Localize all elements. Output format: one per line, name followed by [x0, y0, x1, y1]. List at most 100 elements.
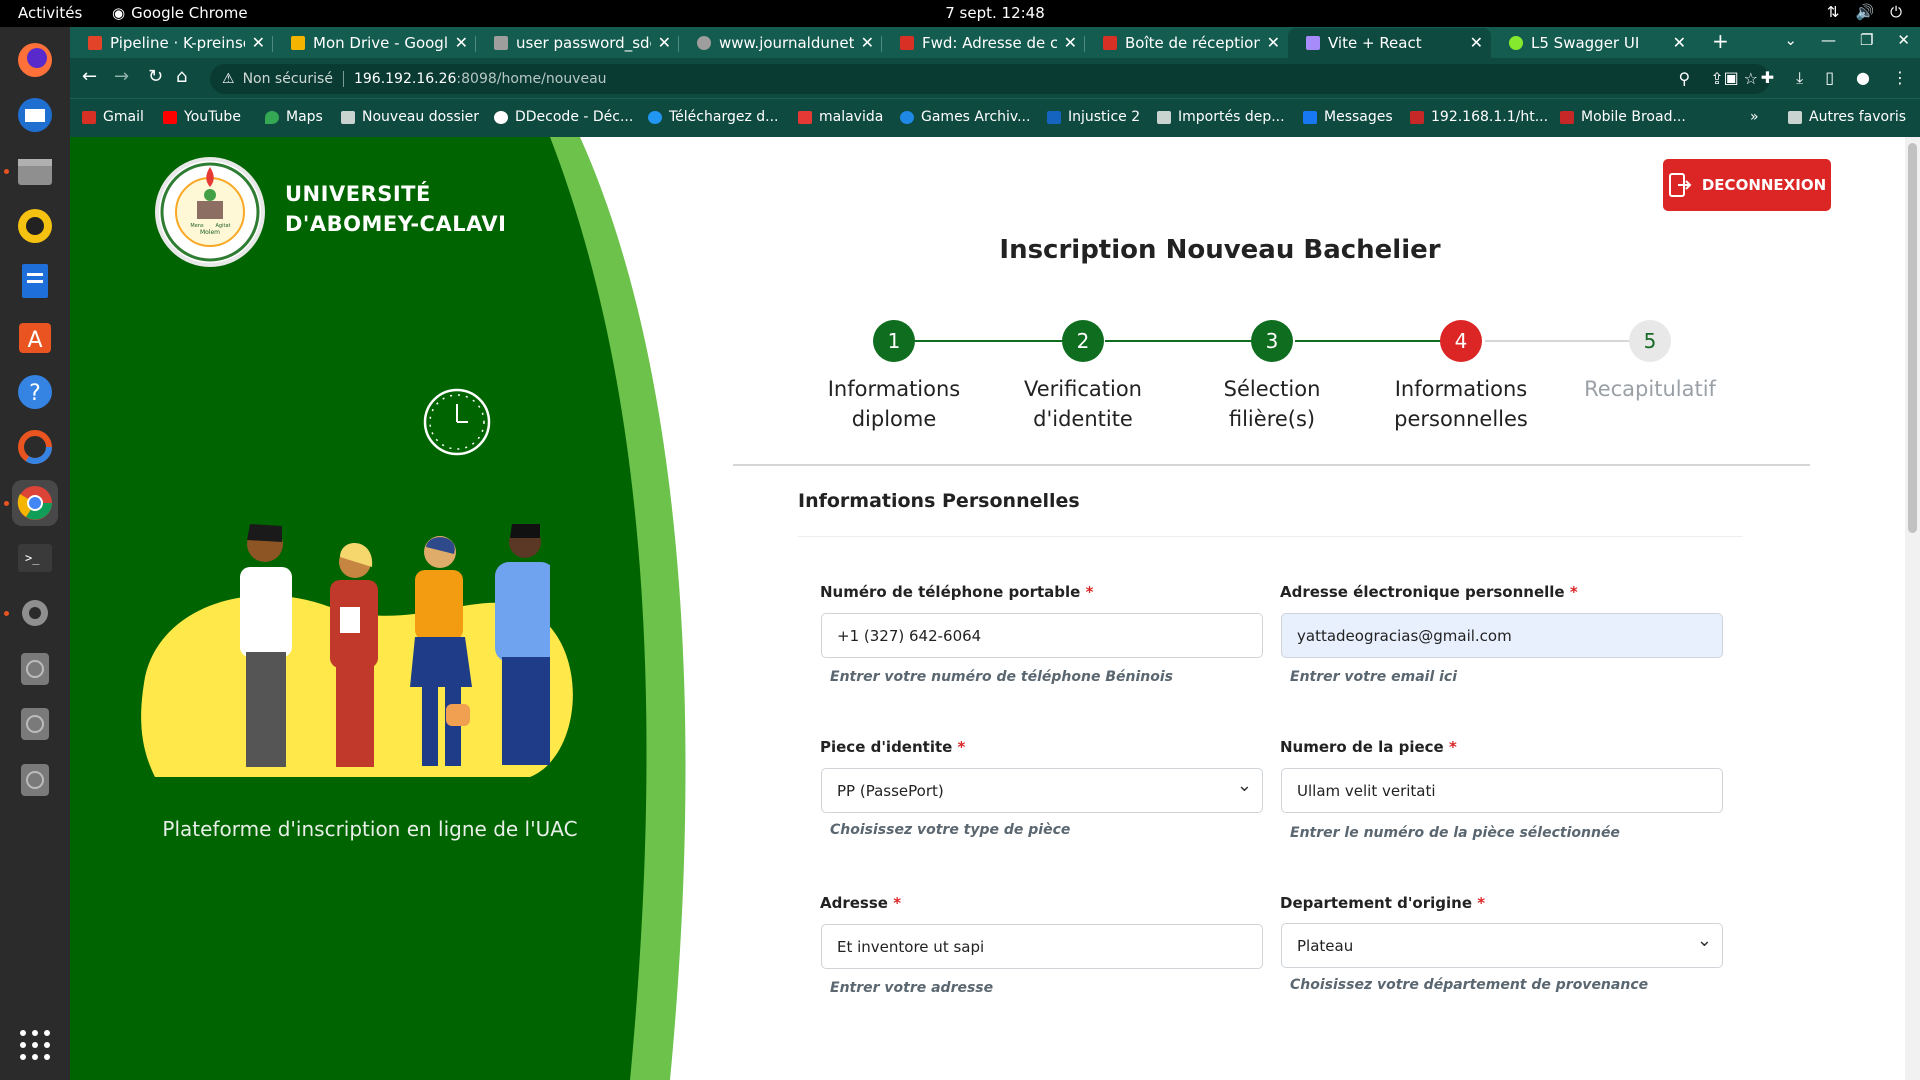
security-label[interactable]: Non sécurisé — [243, 71, 333, 87]
disk-icon[interactable] — [12, 646, 58, 692]
disk-icon[interactable] — [12, 757, 58, 803]
menu-icon[interactable]: ⋮ — [1892, 68, 1908, 88]
clock[interactable]: 7 sept. 12:48 — [0, 4, 1920, 22]
back-icon[interactable]: ← — [82, 66, 97, 87]
warning-icon[interactable]: ⚠ — [222, 71, 235, 87]
share-icon[interactable]: ⇪ — [1710, 69, 1723, 88]
thunderbird-icon[interactable] — [12, 92, 58, 138]
tab-active[interactable]: Vite + React ✕ — [1288, 28, 1491, 58]
bookmark[interactable]: Téléchargez d... — [648, 109, 778, 125]
reload-icon[interactable]: ↻ — [148, 66, 163, 87]
extension-icon[interactable]: ▣ — [1724, 68, 1739, 88]
bookmark[interactable]: malavida — [798, 109, 883, 125]
close-icon[interactable]: ✕ — [1673, 33, 1686, 52]
tab[interactable]: Mon Drive - Google D ✕ — [273, 28, 476, 58]
system-top-bar: Activités ◉ Google Chrome 7 sept. 12:48 ⇅… — [0, 0, 1920, 27]
settings-icon[interactable] — [4, 590, 58, 636]
firefox-icon[interactable] — [12, 37, 58, 83]
bookmark[interactable]: Maps — [265, 109, 323, 125]
tab-search-icon[interactable]: ⌄ — [1784, 31, 1797, 49]
bookmark[interactable]: Injustice 2 — [1047, 109, 1140, 125]
tab[interactable]: www.journaldunet.f ✕ — [679, 28, 882, 58]
numero-hint: Entrer le numéro de la pièce sélectionné… — [1290, 825, 1620, 841]
close-icon[interactable]: ✕ — [1470, 33, 1483, 52]
download-site-icon — [648, 110, 662, 124]
new-tab-button[interactable]: + — [1712, 29, 1729, 53]
section-title: Informations Personnelles — [798, 490, 1080, 512]
tab[interactable]: Boîte de réception (✕ — [1085, 28, 1288, 58]
forward-icon[interactable]: → — [114, 66, 129, 87]
other-bookmarks[interactable]: Autres favoris — [1788, 109, 1906, 125]
close-icon[interactable]: ✕ — [861, 33, 874, 52]
update-icon[interactable] — [12, 424, 58, 470]
tab-title: user password_sdep — [516, 34, 651, 52]
step-3[interactable]: 3 Sélection filière(s) — [1192, 320, 1352, 434]
bookmark[interactable]: Mobile Broad... — [1560, 109, 1686, 125]
download-icon[interactable]: ⤓ — [1796, 68, 1803, 88]
tab[interactable]: L5 Swagger UI ✕ — [1491, 28, 1694, 58]
bookmark[interactable]: Gmail — [82, 109, 144, 125]
bookmark[interactable]: Games Archiv... — [900, 109, 1030, 125]
bookmark[interactable]: Messages — [1303, 109, 1393, 125]
bookmark[interactable]: 192.168.1.1/ht... — [1410, 109, 1548, 125]
address-bar[interactable]: ⚠ Non sécurisé 196.192.16.26:8098/home/n… — [210, 64, 1770, 94]
software-center-icon[interactable]: A — [12, 314, 58, 360]
close-icon[interactable]: ✕ — [1267, 33, 1280, 52]
logout-icon — [1668, 173, 1692, 197]
volume-icon: 🔊 — [1855, 3, 1875, 21]
departement-select[interactable]: Plateau — [1281, 923, 1723, 968]
adresse-field[interactable]: Et inventore ut sapi — [821, 924, 1263, 969]
scrollbar[interactable] — [1905, 137, 1920, 1080]
side-panel-icon[interactable]: ▯ — [1825, 68, 1834, 88]
more-bookmarks-button[interactable]: » — [1750, 109, 1759, 125]
help-icon[interactable]: ? — [12, 369, 58, 415]
home-icon[interactable]: ⌂ — [176, 66, 187, 87]
logout-button[interactable]: DECONNEXION — [1663, 159, 1831, 211]
zoom-icon[interactable]: ⚲ — [1679, 69, 1691, 88]
bookmark-folder[interactable]: Nouveau dossier — [341, 109, 479, 125]
minimize-icon[interactable]: — — [1821, 31, 1836, 49]
maximize-icon[interactable]: ❐ — [1860, 31, 1873, 49]
tab[interactable]: Pipeline · K-preinscri ✕ — [70, 28, 273, 58]
tab-favicon — [1103, 36, 1117, 50]
close-window-icon[interactable]: ✕ — [1897, 31, 1910, 49]
files-icon[interactable] — [4, 148, 58, 194]
close-icon[interactable]: ✕ — [658, 33, 671, 52]
show-apps-icon[interactable] — [12, 1022, 58, 1068]
system-tray[interactable]: ⇅ 🔊 ⏻ — [1827, 3, 1902, 21]
left-panel: Molem Mens Agitat UNIVERSITÉ D'ABOMEY-CAL… — [70, 137, 710, 1080]
chrome-dock-icon[interactable] — [4, 480, 58, 526]
writer-icon[interactable] — [12, 258, 58, 304]
bookmark-folder[interactable]: Importés dep... — [1157, 109, 1285, 125]
bookmark[interactable]: YouTube — [163, 109, 241, 125]
close-icon[interactable]: ✕ — [252, 33, 265, 52]
bookmark[interactable]: DDecode - Déc... — [494, 109, 633, 125]
divider — [798, 536, 1743, 537]
puzzle-icon[interactable]: ✚ — [1761, 68, 1774, 88]
terminal-icon[interactable]: >_ — [12, 535, 58, 581]
close-icon[interactable]: ✕ — [455, 33, 468, 52]
disk-icon[interactable] — [12, 701, 58, 747]
phone-field[interactable]: +1 (327) 642-6064 — [821, 613, 1263, 658]
tab[interactable]: Fwd: Adresse de con ✕ — [882, 28, 1085, 58]
numero-label: Numero de la piece * — [1280, 738, 1457, 756]
step-2[interactable]: 2 Verification d'identite — [1003, 320, 1163, 434]
huawei-icon — [1560, 110, 1574, 124]
piece-select[interactable]: PP (PassePort) — [821, 768, 1263, 813]
step-4-current[interactable]: 4 Informations personnelles — [1381, 320, 1541, 434]
step-5[interactable]: 5 Recapitulatif — [1570, 320, 1730, 404]
avatar[interactable]: ● — [1856, 68, 1870, 88]
phone-label: Numéro de téléphone portable * — [820, 583, 1094, 601]
numero-field[interactable]: Ullam velit veritati — [1281, 768, 1723, 813]
step-1[interactable]: 1 Informations diplome — [814, 320, 974, 434]
close-icon[interactable]: ✕ — [1064, 33, 1077, 52]
tab-favicon — [291, 36, 305, 50]
svg-text:>_: >_ — [25, 551, 40, 565]
email-field[interactable]: yattadeogracias@gmail.com — [1281, 613, 1723, 658]
rhythmbox-icon[interactable] — [12, 203, 58, 249]
adresse-hint: Entrer votre adresse — [830, 980, 994, 996]
scrollbar-thumb[interactable] — [1908, 143, 1917, 533]
tab[interactable]: user password_sdep ✕ — [476, 28, 679, 58]
departement-hint: Choisissez votre département de provenan… — [1290, 977, 1649, 993]
svg-text:Molem: Molem — [200, 229, 220, 236]
